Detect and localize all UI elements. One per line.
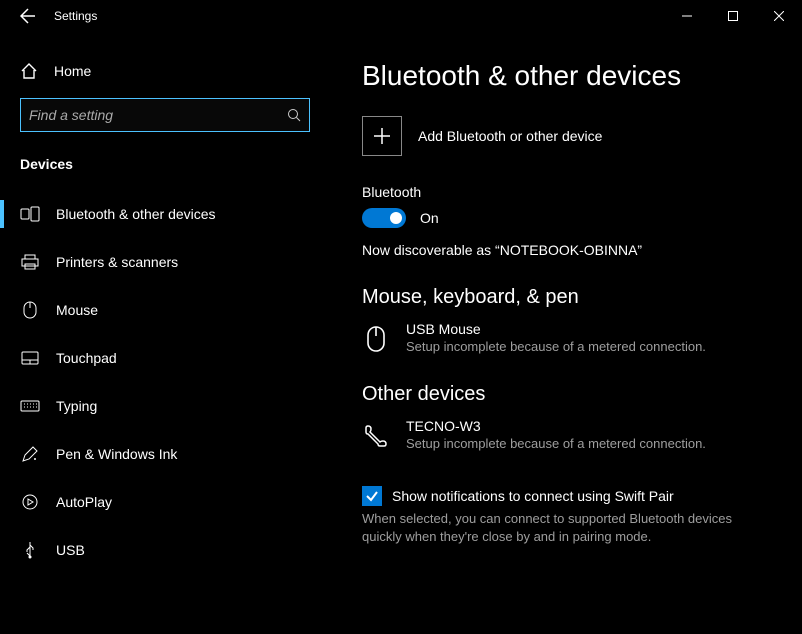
device-row[interactable]: TECNO-W3 Setup incomplete because of a m… xyxy=(362,418,770,454)
sidebar-item-label: AutoPlay xyxy=(56,494,112,510)
keyboard-icon xyxy=(20,396,40,416)
sidebar-item-label: Pen & Windows Ink xyxy=(56,446,177,462)
group-title-other: Other devices xyxy=(362,383,770,406)
search-input[interactable] xyxy=(20,98,310,132)
main-content: Bluetooth & other devices Add Bluetooth … xyxy=(330,32,802,634)
sidebar: Home Devices Bluetooth & other devices P… xyxy=(0,32,330,634)
home-label: Home xyxy=(54,63,91,79)
minimize-button[interactable] xyxy=(664,0,710,32)
usb-icon xyxy=(20,540,40,560)
sidebar-item-label: USB xyxy=(56,542,85,558)
phone-icon xyxy=(362,418,390,454)
mouse-icon xyxy=(20,300,40,320)
titlebar: Settings xyxy=(0,0,802,32)
page-title: Bluetooth & other devices xyxy=(362,60,770,92)
minimize-icon xyxy=(682,11,692,21)
sidebar-item-label: Bluetooth & other devices xyxy=(56,206,216,222)
close-button[interactable] xyxy=(756,0,802,32)
sidebar-item-label: Mouse xyxy=(56,302,98,318)
back-button[interactable] xyxy=(8,0,48,32)
discoverable-text: Now discoverable as “NOTEBOOK-OBINNA” xyxy=(362,242,770,258)
search-icon xyxy=(287,108,301,122)
home-nav[interactable]: Home xyxy=(0,52,330,90)
device-row[interactable]: USB Mouse Setup incomplete because of a … xyxy=(362,321,770,357)
pen-icon xyxy=(20,444,40,464)
device-name: TECNO-W3 xyxy=(406,418,706,434)
plus-icon xyxy=(362,116,402,156)
swift-pair-desc: When selected, you can connect to suppor… xyxy=(362,510,770,546)
window-title: Settings xyxy=(54,9,97,23)
bluetooth-header: Bluetooth xyxy=(362,184,770,200)
sidebar-item-label: Touchpad xyxy=(56,350,117,366)
sidebar-item-label: Typing xyxy=(56,398,97,414)
sidebar-item-touchpad[interactable]: Touchpad xyxy=(0,334,330,382)
touchpad-icon xyxy=(20,348,40,368)
sidebar-item-mouse[interactable]: Mouse xyxy=(0,286,330,334)
sidebar-item-printers[interactable]: Printers & scanners xyxy=(0,238,330,286)
sidebar-item-label: Printers & scanners xyxy=(56,254,178,270)
sidebar-item-usb[interactable]: USB xyxy=(0,526,330,574)
add-device-button[interactable]: Add Bluetooth or other device xyxy=(362,116,770,156)
group-title-mouse: Mouse, keyboard, & pen xyxy=(362,286,770,309)
swift-pair-checkbox[interactable] xyxy=(362,486,382,506)
printer-icon xyxy=(20,252,40,272)
check-icon xyxy=(365,489,379,503)
maximize-icon xyxy=(728,11,738,21)
device-sub: Setup incomplete because of a metered co… xyxy=(406,339,706,354)
swift-pair-label: Show notifications to connect using Swif… xyxy=(392,488,674,504)
mouse-device-icon xyxy=(362,321,390,357)
device-name: USB Mouse xyxy=(406,321,706,337)
device-sub: Setup incomplete because of a metered co… xyxy=(406,436,706,451)
sidebar-item-autoplay[interactable]: AutoPlay xyxy=(0,478,330,526)
bluetooth-toggle-state: On xyxy=(420,210,439,226)
nav-list: Bluetooth & other devices Printers & sca… xyxy=(0,190,330,574)
search-field[interactable] xyxy=(29,107,287,123)
sidebar-item-pen[interactable]: Pen & Windows Ink xyxy=(0,430,330,478)
arrow-left-icon xyxy=(20,8,36,24)
autoplay-icon xyxy=(20,492,40,512)
sidebar-section-header: Devices xyxy=(0,148,330,184)
close-icon xyxy=(774,11,784,21)
bluetooth-toggle[interactable] xyxy=(362,208,406,228)
add-device-label: Add Bluetooth or other device xyxy=(418,128,602,144)
sidebar-item-typing[interactable]: Typing xyxy=(0,382,330,430)
bluetooth-devices-icon xyxy=(20,204,40,224)
home-icon xyxy=(20,62,38,80)
sidebar-item-bluetooth[interactable]: Bluetooth & other devices xyxy=(0,190,330,238)
maximize-button[interactable] xyxy=(710,0,756,32)
